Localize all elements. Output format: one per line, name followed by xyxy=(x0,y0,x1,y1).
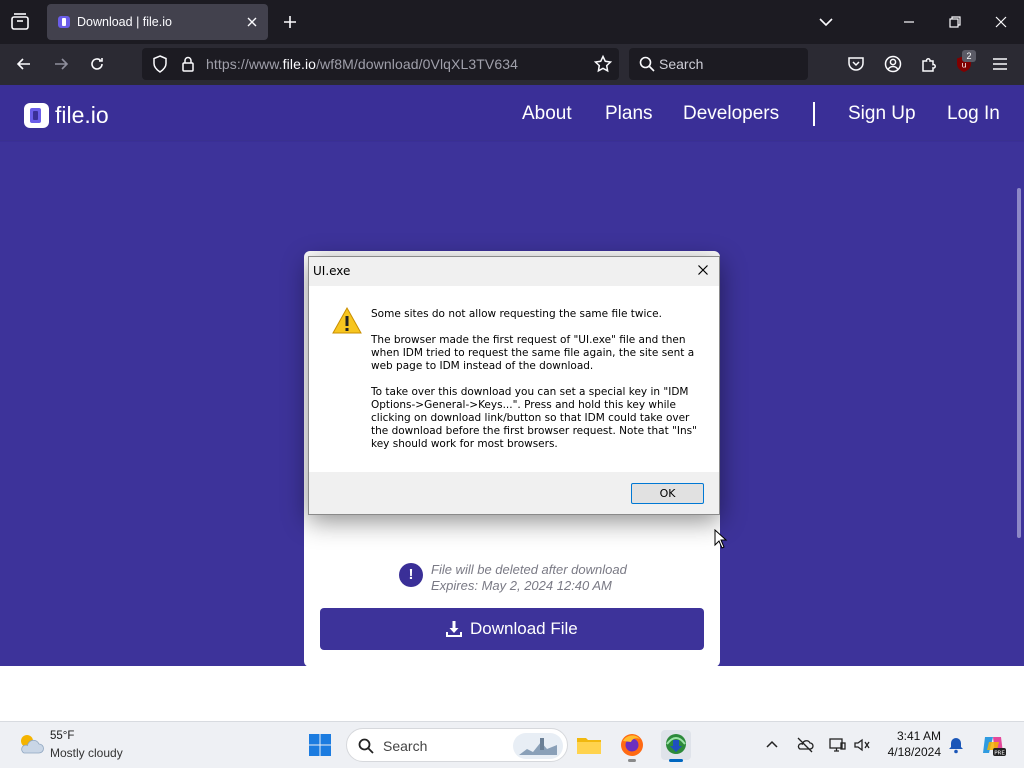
download-icon xyxy=(445,620,463,638)
url-text[interactable]: https://www.file.io/wf8M/download/0VlqXL… xyxy=(206,56,518,72)
nav-developers[interactable]: Developers xyxy=(683,103,779,125)
search-icon xyxy=(637,54,657,74)
running-indicator xyxy=(628,759,636,762)
fileio-logo-icon[interactable] xyxy=(24,103,49,128)
delete-notice: File will be deleted after download xyxy=(431,562,627,577)
extension-badge-count: 2 xyxy=(962,50,976,62)
windows-taskbar: 55°F Mostly cloudy Search 3:41 AM 4/18/2… xyxy=(0,721,1024,768)
hamburger-menu-icon[interactable] xyxy=(990,54,1010,74)
firefox-icon[interactable] xyxy=(617,730,647,762)
cloud-weather-icon[interactable] xyxy=(16,731,44,757)
chevron-up-icon[interactable] xyxy=(763,736,781,754)
idm-warning-dialog: UI.exe Some sites do not allow requestin… xyxy=(308,256,720,515)
url-host: file.io xyxy=(282,56,317,72)
lock-icon[interactable] xyxy=(178,54,198,74)
account-icon[interactable] xyxy=(883,54,903,74)
back-arrow-icon[interactable] xyxy=(14,54,34,74)
dialog-body: Some sites do not allow requesting the s… xyxy=(309,286,719,472)
file-explorer-icon[interactable] xyxy=(574,730,604,760)
display-icon[interactable] xyxy=(828,736,846,754)
nav-plans[interactable]: Plans xyxy=(605,103,653,125)
exclamation-info-icon: ! xyxy=(399,563,423,587)
weather-description[interactable]: Mostly cloudy xyxy=(50,746,123,760)
browser-search-bar[interactable]: Search xyxy=(629,48,808,80)
restore-icon[interactable] xyxy=(945,12,965,32)
close-tab-icon[interactable] xyxy=(244,14,260,30)
clock-date[interactable]: 4/18/2024 xyxy=(880,745,941,759)
nav-log-in[interactable]: Log In xyxy=(947,103,1000,125)
expiry-text: Expires: May 2, 2024 12:40 AM xyxy=(431,578,612,593)
warning-icon xyxy=(332,306,362,336)
page-footer xyxy=(0,666,1024,721)
network-volume-icon[interactable] xyxy=(853,736,871,754)
search-icon xyxy=(357,737,375,755)
address-bar[interactable]: https://www.file.io/wf8M/download/0VlqXL… xyxy=(142,48,619,80)
search-placeholder: Search xyxy=(659,56,704,72)
download-file-button[interactable]: Download File xyxy=(320,608,704,650)
nav-separator xyxy=(813,102,815,126)
shield-icon[interactable] xyxy=(150,54,170,74)
copilot-icon[interactable]: PRE xyxy=(980,732,1006,758)
taskbar-search-placeholder: Search xyxy=(383,738,428,754)
tab-list-icon[interactable] xyxy=(8,11,32,33)
nav-about[interactable]: About xyxy=(522,103,572,125)
dialog-paragraph-1: Some sites do not allow requesting the s… xyxy=(371,308,662,320)
browser-tab-active[interactable]: Download | file.io xyxy=(47,4,268,40)
window-close-icon[interactable] xyxy=(991,12,1011,32)
site-header: file.io About Plans Developers Sign Up L… xyxy=(0,85,1024,141)
notification-bell-icon[interactable] xyxy=(947,736,965,754)
dialog-close-icon[interactable] xyxy=(695,262,711,278)
taskbar-search-box[interactable]: Search xyxy=(346,728,568,762)
url-prefix: https://www. xyxy=(206,56,283,72)
nav-sign-up[interactable]: Sign Up xyxy=(848,103,916,125)
forward-arrow-icon[interactable] xyxy=(51,54,71,74)
site-logo-text[interactable]: file.io xyxy=(55,102,109,129)
star-bookmark-icon[interactable] xyxy=(593,54,613,74)
list-all-tabs-chevron-icon[interactable] xyxy=(816,12,836,32)
new-tab-plus-icon[interactable] xyxy=(280,12,300,32)
browser-toolbar: https://www.file.io/wf8M/download/0VlqXL… xyxy=(0,44,1024,85)
svg-text:PRE: PRE xyxy=(994,750,1005,756)
windows-start-icon[interactable] xyxy=(308,733,332,757)
reload-icon[interactable] xyxy=(87,54,107,74)
idm-icon[interactable] xyxy=(661,730,691,762)
download-button-label: Download File xyxy=(470,619,578,638)
search-highlight-image xyxy=(513,733,563,759)
onedrive-offline-icon[interactable] xyxy=(796,736,814,754)
url-path: /wf8M/download/0VlqXL3TV634 xyxy=(316,56,518,72)
weather-temperature[interactable]: 55°F xyxy=(50,730,74,742)
puzzle-extensions-icon[interactable] xyxy=(919,54,939,74)
tab-title: Download | file.io xyxy=(77,15,172,29)
dialog-paragraph-3: To take over this download you can set a… xyxy=(371,386,697,450)
mouse-cursor-icon xyxy=(714,528,728,549)
pocket-icon[interactable] xyxy=(846,54,866,74)
fileio-favicon xyxy=(57,15,71,29)
active-indicator xyxy=(669,759,683,762)
dialog-title: UI.exe xyxy=(313,264,351,278)
minimize-icon[interactable] xyxy=(899,12,919,32)
browser-tab-strip: Download | file.io xyxy=(0,0,1024,44)
dialog-ok-button[interactable]: OK xyxy=(631,483,704,504)
page-scrollbar[interactable] xyxy=(1017,188,1021,538)
dialog-paragraph-2: The browser made the first request of "U… xyxy=(371,334,695,372)
clock-time[interactable]: 3:41 AM xyxy=(893,729,941,743)
